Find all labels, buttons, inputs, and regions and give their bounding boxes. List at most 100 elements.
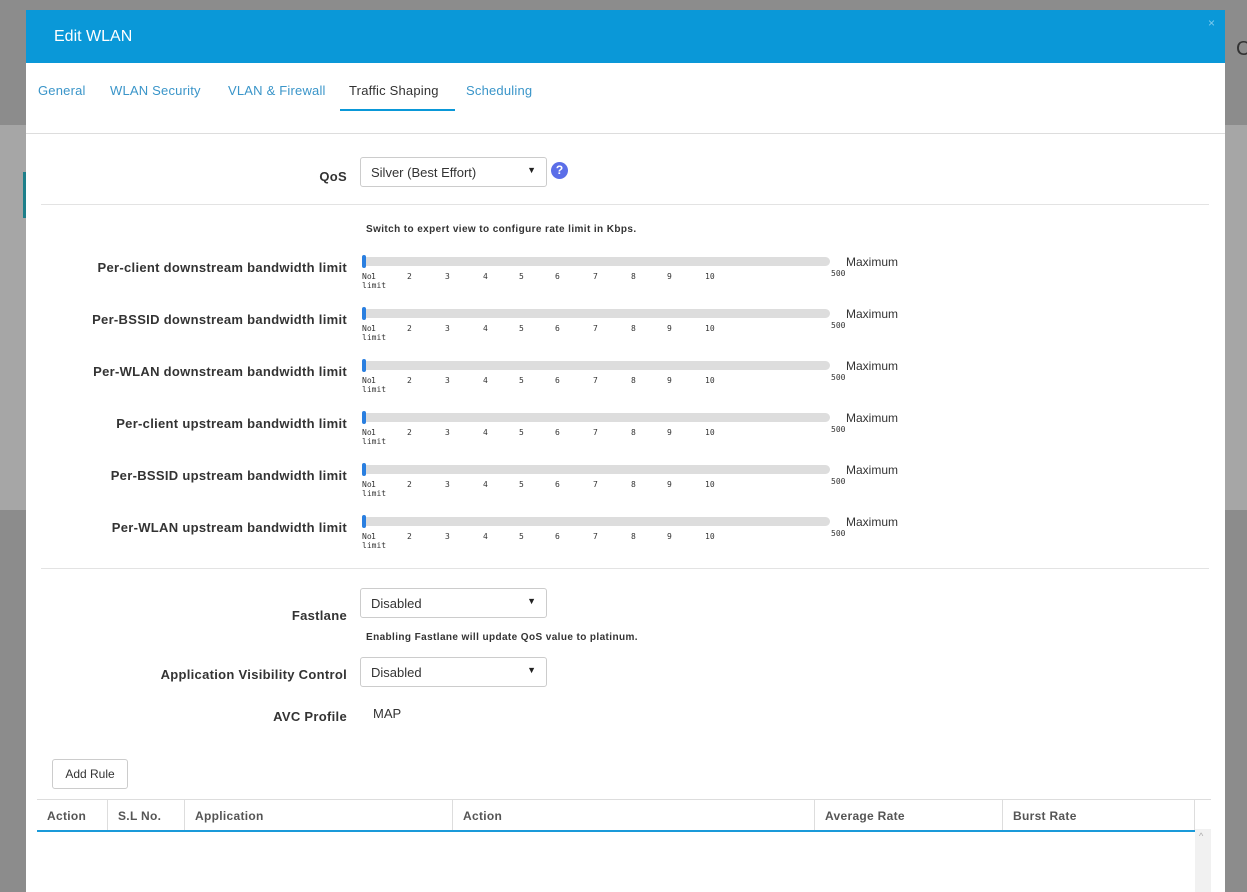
tick-label: 2 bbox=[407, 532, 412, 541]
tab-traffic-shaping[interactable]: Traffic Shaping bbox=[349, 83, 439, 98]
bandwidth-limit-label: Per-WLAN downstream bandwidth limit bbox=[93, 364, 347, 379]
tick-label: 7 bbox=[593, 532, 598, 541]
bandwidth-slider-track[interactable] bbox=[362, 413, 830, 422]
tick-label: 10 bbox=[705, 428, 715, 437]
bandwidth-slider-track[interactable] bbox=[362, 465, 830, 474]
tick-label: 9 bbox=[667, 324, 672, 333]
table-scrollbar[interactable]: ^ bbox=[1195, 829, 1211, 892]
tick-max-value: 500 bbox=[831, 477, 846, 486]
tick-label: 9 bbox=[667, 428, 672, 437]
tick-label: 3 bbox=[445, 532, 450, 541]
background-letter: C bbox=[1236, 38, 1247, 60]
bandwidth-limit-label: Per-WLAN upstream bandwidth limit bbox=[111, 520, 347, 535]
tick-maximum: Maximum bbox=[846, 515, 899, 529]
rules-table-header: Action S.L No. Application Action Averag… bbox=[37, 799, 1211, 832]
tick-label: 5 bbox=[519, 428, 524, 437]
tick-label: 8 bbox=[631, 428, 636, 437]
tick-label: 7 bbox=[593, 324, 598, 333]
column-burst-rate: Burst Rate bbox=[1003, 800, 1195, 830]
tick-label: 2 bbox=[407, 272, 412, 281]
column-average-rate: Average Rate bbox=[815, 800, 1003, 830]
close-icon[interactable]: × bbox=[1208, 16, 1215, 30]
bandwidth-limit-label: Per-client downstream bandwidth limit bbox=[97, 260, 347, 275]
qos-select[interactable]: Silver (Best Effort) ▼ bbox=[360, 157, 547, 187]
tick-label: 10 bbox=[705, 324, 715, 333]
tick-label: 3 bbox=[445, 324, 450, 333]
tick-max-value: 500 bbox=[831, 269, 846, 278]
expert-view-note: Switch to expert view to configure rate … bbox=[366, 224, 637, 235]
tick-label: 3 bbox=[445, 272, 450, 281]
bandwidth-slider-handle[interactable] bbox=[362, 463, 366, 476]
bandwidth-slider-track[interactable] bbox=[362, 257, 830, 266]
tick-label: 9 bbox=[667, 480, 672, 489]
tick-label: 9 bbox=[667, 272, 672, 281]
tick-label: 8 bbox=[631, 324, 636, 333]
chevron-down-icon: ▼ bbox=[527, 596, 536, 606]
avc-label: Application Visibility Control bbox=[160, 667, 347, 682]
tick-label: 3 bbox=[445, 428, 450, 437]
background-panel-right bbox=[1225, 125, 1247, 510]
tick-label: 10 bbox=[705, 480, 715, 489]
tick-maximum: Maximum bbox=[846, 359, 899, 373]
tick-label: 1 bbox=[371, 324, 376, 333]
tick-max-value: 500 bbox=[831, 425, 846, 434]
tick-label: 3 bbox=[445, 376, 450, 385]
section-divider bbox=[41, 568, 1209, 569]
modal-header: Edit WLAN × bbox=[26, 10, 1225, 63]
column-action-2: Action bbox=[453, 800, 815, 830]
tab-vlan-firewall[interactable]: VLAN & Firewall bbox=[228, 83, 326, 98]
tick-label: 1 bbox=[371, 272, 376, 281]
modal-title: Edit WLAN bbox=[54, 28, 133, 45]
tick-max-value: 500 bbox=[831, 529, 846, 538]
tick-label: 5 bbox=[519, 532, 524, 541]
tick-label: 1 bbox=[371, 376, 376, 385]
bandwidth-slider-handle[interactable] bbox=[362, 307, 366, 320]
tick-max-value: 500 bbox=[831, 321, 846, 330]
column-sl-no: S.L No. bbox=[108, 800, 185, 830]
tab-scheduling[interactable]: Scheduling bbox=[466, 83, 532, 98]
bandwidth-slider-handle[interactable] bbox=[362, 359, 366, 372]
bandwidth-limit-label: Per-BSSID downstream bandwidth limit bbox=[92, 312, 347, 327]
bandwidth-slider-handle[interactable] bbox=[362, 515, 366, 528]
scroll-up-icon[interactable]: ^ bbox=[1199, 831, 1203, 841]
chevron-down-icon: ▼ bbox=[527, 665, 536, 675]
tick-label: 9 bbox=[667, 376, 672, 385]
help-icon[interactable]: ? bbox=[551, 162, 568, 179]
tick-label: 6 bbox=[555, 428, 560, 437]
tick-label: 2 bbox=[407, 324, 412, 333]
column-action: Action bbox=[37, 800, 108, 830]
avc-select[interactable]: Disabled ▼ bbox=[360, 657, 547, 687]
tab-general[interactable]: General bbox=[38, 83, 86, 98]
tick-label: 7 bbox=[593, 480, 598, 489]
tick-maximum: Maximum bbox=[846, 463, 899, 477]
tab-wlan-security[interactable]: WLAN Security bbox=[110, 83, 201, 98]
tick-label: 5 bbox=[519, 376, 524, 385]
tick-label: 10 bbox=[705, 272, 715, 281]
avc-profile-value: MAP bbox=[373, 706, 402, 721]
fastlane-select[interactable]: Disabled ▼ bbox=[360, 588, 547, 618]
bandwidth-slider-track[interactable] bbox=[362, 309, 830, 318]
bandwidth-slider-handle[interactable] bbox=[362, 255, 366, 268]
bandwidth-slider-track[interactable] bbox=[362, 361, 830, 370]
tick-label: 4 bbox=[483, 324, 488, 333]
tick-label: 6 bbox=[555, 272, 560, 281]
tick-label: 8 bbox=[631, 272, 636, 281]
bandwidth-slider-handle[interactable] bbox=[362, 411, 366, 424]
tick-label: 4 bbox=[483, 532, 488, 541]
tick-label: 8 bbox=[631, 376, 636, 385]
chevron-down-icon: ▼ bbox=[527, 165, 536, 175]
tick-label: 2 bbox=[407, 428, 412, 437]
section-divider bbox=[41, 204, 1209, 205]
tick-label: 6 bbox=[555, 480, 560, 489]
tick-label: 6 bbox=[555, 376, 560, 385]
tick-label: 1 bbox=[371, 480, 376, 489]
tick-maximum: Maximum bbox=[846, 255, 899, 269]
fastlane-select-value: Disabled bbox=[371, 596, 422, 611]
tick-label: 7 bbox=[593, 376, 598, 385]
tick-label: 10 bbox=[705, 376, 715, 385]
tick-label: 7 bbox=[593, 272, 598, 281]
bandwidth-slider-track[interactable] bbox=[362, 517, 830, 526]
add-rule-button[interactable]: Add Rule bbox=[52, 759, 128, 789]
fastlane-note: Enabling Fastlane will update QoS value … bbox=[366, 632, 638, 643]
tick-label: 5 bbox=[519, 272, 524, 281]
